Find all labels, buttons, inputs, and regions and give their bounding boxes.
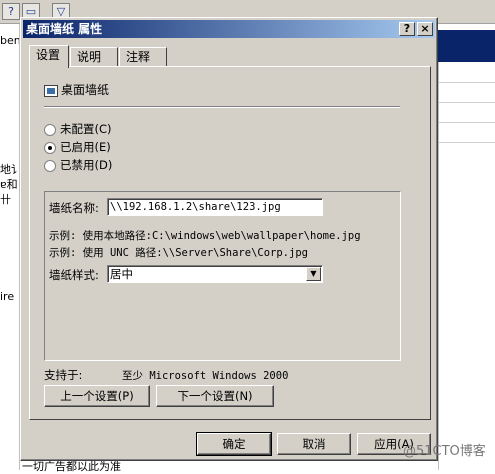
background-text: 地讠 xyxy=(0,163,20,176)
dialog-title: 桌面墙纸 属性 xyxy=(26,22,103,36)
options-group: 墙纸名称: \\192.168.1.2\share\123.jpg 示例: 使用… xyxy=(44,191,401,361)
background-right-pane xyxy=(438,62,495,470)
radio-disabled[interactable]: 已禁用(D) xyxy=(44,157,112,173)
wallpaper-style-value: 居中 xyxy=(110,267,133,281)
help-icon[interactable]: ? xyxy=(2,3,20,20)
help-button[interactable]: ? xyxy=(399,22,415,36)
background-header xyxy=(438,30,495,62)
background-text: ɐ和 xyxy=(0,178,18,191)
supported-label: 支持于: xyxy=(44,368,83,382)
tab-comment[interactable]: 注释 xyxy=(119,47,167,67)
setting-title: 桌面墙纸 xyxy=(44,81,109,99)
dialog-titlebar[interactable]: 桌面墙纸 属性 ? × xyxy=(23,20,435,38)
background-text: ben xyxy=(0,34,20,47)
example-unc-text: 示例: 使用 UNC 路径:\\Server\Share\Corp.jpg xyxy=(49,247,308,259)
settings-panel: 桌面墙纸 未配置(C) 已启用(E) 已禁用(D) 墙纸名称: \\192.16… xyxy=(29,66,431,420)
supported-value: 至少 Microsoft Windows 2000 xyxy=(122,370,289,382)
wallpaper-name-label: 墙纸名称: xyxy=(49,201,99,215)
separator xyxy=(44,106,400,108)
radio-label: 未配置(C) xyxy=(60,122,112,136)
properties-dialog: 桌面墙纸 属性 ? × 设置 说明 注释 桌面墙纸 未配置(C) 已启用(E) … xyxy=(20,17,438,461)
radio-label: 已启用(E) xyxy=(60,140,111,154)
tab-explain[interactable]: 说明 xyxy=(70,47,118,67)
radio-button[interactable] xyxy=(44,141,56,154)
previous-setting-button[interactable]: 上一个设置(P) xyxy=(44,385,150,407)
chevron-down-icon[interactable]: ▼ xyxy=(306,267,321,281)
wallpaper-style-select[interactable]: 居中 ▼ xyxy=(107,265,323,283)
radio-button[interactable] xyxy=(44,159,56,172)
background-text: 卄 xyxy=(0,193,11,206)
ok-button[interactable]: 确定 xyxy=(196,432,272,456)
radio-enabled[interactable]: 已启用(E) xyxy=(44,139,111,155)
close-button[interactable]: × xyxy=(417,22,433,36)
example-local-text: 示例: 使用本地路径:C:\windows\web\wallpaper\home… xyxy=(49,230,361,242)
watermark-text: @51CTO博客 xyxy=(403,444,486,459)
next-setting-button[interactable]: 下一个设置(N) xyxy=(156,385,274,407)
tab-settings[interactable]: 设置 xyxy=(29,45,69,68)
background-left-pane: ben 地讠 ɐ和 卄 ire xyxy=(0,24,20,470)
wallpaper-name-input[interactable]: \\192.168.1.2\share\123.jpg xyxy=(107,198,323,216)
radio-label: 已禁用(D) xyxy=(60,158,113,172)
policy-icon xyxy=(44,84,58,97)
background-text: ire xyxy=(0,290,15,303)
radio-button[interactable] xyxy=(44,123,56,136)
setting-name: 桌面墙纸 xyxy=(61,83,110,97)
cancel-button[interactable]: 取消 xyxy=(277,433,351,455)
wallpaper-style-label: 墙纸样式: xyxy=(49,268,99,282)
radio-not-configured[interactable]: 未配置(C) xyxy=(44,121,112,137)
